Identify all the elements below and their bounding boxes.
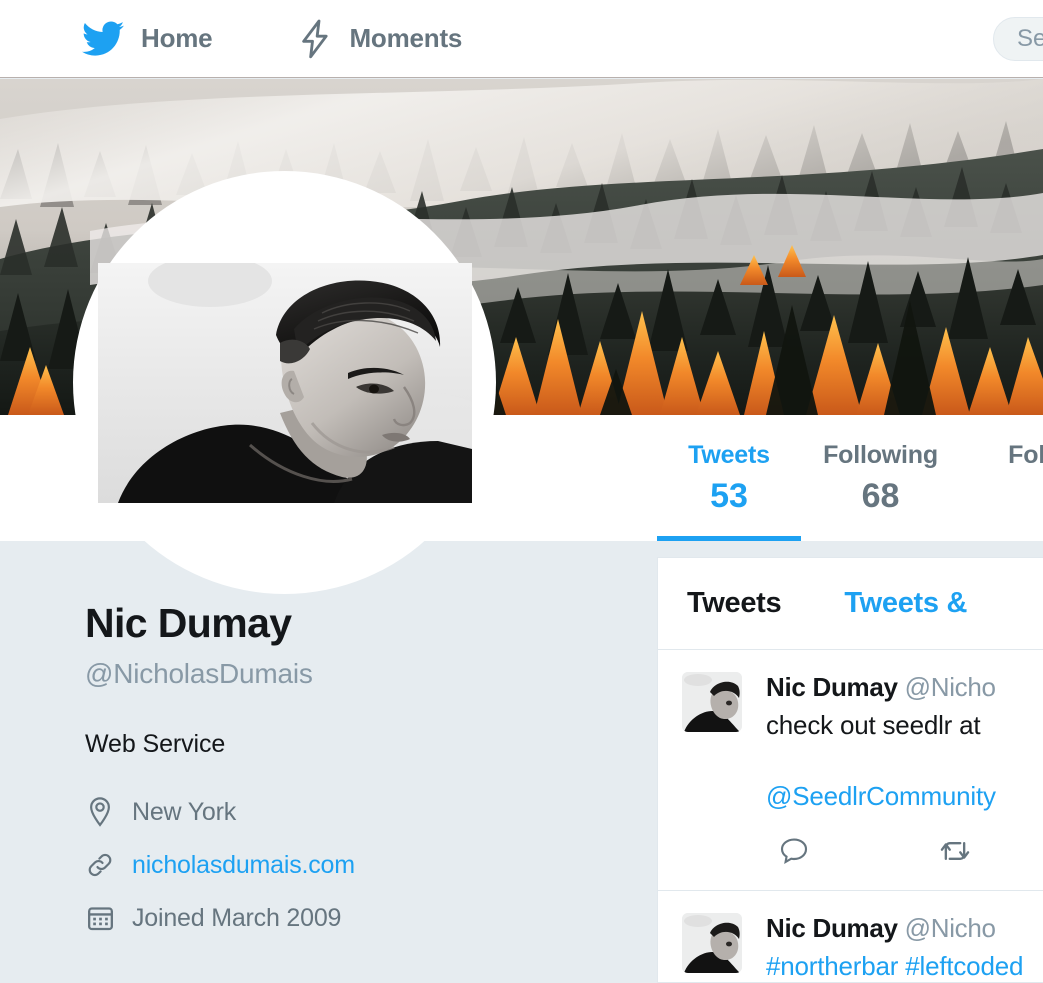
stat-followers[interactable]: Foll (960, 415, 1043, 541)
nav-item-home-label: Home (141, 23, 213, 53)
search-input-value: Se (1017, 25, 1043, 52)
stat-tweets[interactable]: Tweets 53 (657, 415, 801, 541)
profile-handle: @NicholasDumais (85, 658, 313, 690)
tweet-author-handle: @Nicho (904, 672, 996, 702)
tweet-item[interactable]: Nic Dumay @Nicho check out seedlr at @Se… (658, 650, 1043, 891)
tweet-author-name: Nic Dumay (766, 672, 898, 702)
stat-following-label: Following (823, 441, 938, 469)
stat-active-underline (657, 536, 801, 541)
profile-location-text: New York (132, 797, 237, 826)
stat-following-value: 68 (861, 477, 900, 515)
profile-name: Nic Dumay (85, 600, 292, 646)
link-icon (85, 850, 115, 880)
profile-joined-row: Joined March 2009 (85, 903, 605, 933)
profile-location-row: New York (85, 797, 605, 827)
tweet-header: Nic Dumay @Nicho (766, 672, 1043, 703)
calendar-icon (85, 903, 115, 933)
tweet-author-avatar[interactable] (682, 672, 742, 732)
profile-bio: Web Service (85, 730, 226, 759)
tweets-panel: Tweets Tweets & Nic Dumay @Nicho check o… (657, 557, 1043, 983)
tweet-actions (658, 812, 1043, 890)
tweet-author-name: Nic Dumay (766, 913, 898, 943)
tweet-item[interactable]: Nic Dumay @Nicho #northerbar #leftcoded (658, 891, 1043, 983)
tweet-hashtags[interactable]: #northerbar #leftcoded (766, 951, 1043, 982)
profile-website-row[interactable]: nicholasdumais.com (85, 850, 605, 880)
profile-meta-list: New York nicholasdumais.com Joined March… (85, 797, 605, 933)
tweet-tabs: Tweets Tweets & (658, 558, 1043, 650)
retweet-icon[interactable] (936, 832, 974, 870)
tweet-header: Nic Dumay @Nicho (766, 913, 1043, 944)
stat-tweets-label: Tweets (688, 441, 770, 469)
reply-icon[interactable] (775, 832, 813, 870)
tweet-author-avatar[interactable] (682, 913, 742, 973)
tweet-author-handle: @Nicho (904, 913, 996, 943)
profile-details: Nic Dumay @NicholasDumais Web Service Ne… (85, 600, 605, 956)
twitter-bird-icon (82, 20, 124, 57)
stat-followers-label: Foll (1008, 441, 1043, 469)
lightning-bolt-icon (298, 19, 332, 59)
avatar-photo (97, 262, 472, 503)
stat-tweets-value: 53 (710, 477, 748, 515)
nav-item-moments-label: Moments (349, 23, 463, 53)
profile-website-link[interactable]: nicholasdumais.com (132, 851, 355, 880)
search-input[interactable]: Se (993, 17, 1043, 61)
profile-joined-text: Joined March 2009 (132, 903, 342, 932)
stat-following[interactable]: Following 68 (801, 415, 960, 541)
tweet-text: check out seedlr at (766, 710, 981, 740)
top-navigation-bar: Home Moments Se (0, 0, 1043, 78)
tab-tweets-and-replies[interactable]: Tweets & (844, 587, 967, 620)
tweet-mention-link[interactable]: @SeedlrCommunity (766, 781, 1043, 812)
avatar[interactable] (73, 171, 496, 594)
nav-item-moments[interactable]: Moments (298, 0, 462, 77)
nav-item-home[interactable]: Home (82, 0, 213, 77)
location-pin-icon (85, 797, 115, 827)
tab-tweets[interactable]: Tweets (687, 587, 782, 620)
